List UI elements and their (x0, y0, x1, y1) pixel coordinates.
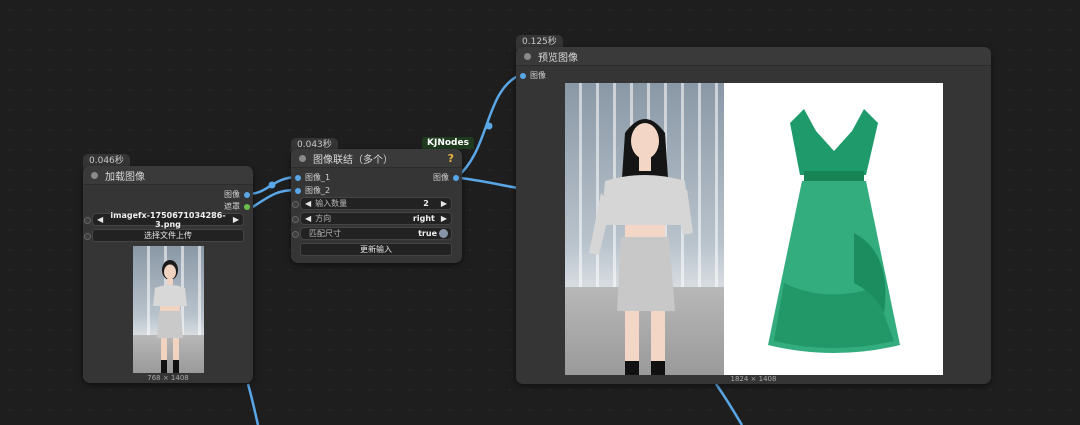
load-image-node[interactable]: 加载图像 图像 遮罩 ◀ imagefx-1750671034286-3.png… (83, 166, 253, 383)
output-image-dot-icon[interactable] (244, 191, 250, 198)
filename-select[interactable]: ◀ imagefx-1750671034286-3.png ▶ (84, 210, 244, 229)
preview-woman-figure (589, 119, 693, 375)
output-mask-dot-icon[interactable] (244, 203, 250, 210)
input-image2-slot[interactable]: 图像_2 (295, 185, 330, 196)
input-count-label: 输入数量 (315, 199, 348, 208)
preview-image-right-dress (724, 83, 943, 375)
match-size-value: true (418, 229, 437, 238)
output-image-slot[interactable]: 图像 (224, 189, 250, 200)
preview-node-title: 预览图像 (538, 52, 578, 64)
load-image-thumbnail (133, 246, 204, 373)
toggle-knob-icon[interactable] (439, 229, 448, 238)
widget-input-dot-icon[interactable] (84, 217, 91, 224)
concat-node-header[interactable]: 图像联结（多个） ? (291, 149, 462, 168)
green-dress-illustration (768, 109, 900, 353)
output-image-dot-icon[interactable] (453, 174, 459, 181)
kjnodes-tag: KJNodes (422, 137, 474, 149)
preview-image-dimensions: 1824 × 1408 (730, 375, 777, 383)
direction-label: 方向 (315, 214, 332, 223)
preview-image-left-model (565, 83, 724, 375)
match-size-toggle[interactable]: 匹配尺寸 true (292, 227, 452, 240)
upload-button-label: 选择文件上传 (144, 231, 192, 240)
filename-value: imagefx-1750671034286-3.png (110, 210, 226, 229)
collapse-dot-icon[interactable] (91, 171, 98, 179)
arrow-left-icon[interactable]: ◀ (301, 214, 315, 223)
upload-button[interactable]: 选择文件上传 (84, 229, 244, 242)
image-concat-node[interactable]: 图像联结（多个） ? 图像_1 图像_2 图像 ◀ 输入数量 2 ▶ ◀ 方向 … (291, 149, 462, 263)
widget-input-dot-icon[interactable] (292, 201, 299, 208)
match-size-label: 匹配尺寸 (309, 229, 341, 238)
load-image-dimensions: 768 × 1408 (147, 374, 189, 382)
thumbnail-woman-figure (153, 260, 187, 373)
wire-reroute-dot-2[interactable] (485, 122, 493, 130)
input-count-value: 2 (423, 199, 429, 208)
wire-reroute-dot[interactable] (268, 181, 276, 189)
wire-load-mask-to-image2[interactable] (247, 188, 297, 212)
update-inputs-label: 更新输入 (360, 245, 392, 254)
direction-value: right (412, 214, 435, 223)
help-icon[interactable]: ? (448, 152, 454, 165)
output-image-label: 图像 (224, 190, 240, 199)
output-image-label: 图像 (433, 173, 449, 182)
wire-concat-to-preview[interactable] (456, 73, 521, 178)
input-image2-dot-icon[interactable] (295, 187, 301, 194)
arrow-right-icon[interactable]: ▶ (229, 215, 243, 224)
update-inputs-button[interactable]: 更新输入 (300, 243, 452, 256)
widget-input-dot-icon[interactable] (292, 216, 299, 223)
preview-node-header[interactable]: 预览图像 (516, 47, 991, 66)
arrow-left-icon[interactable]: ◀ (93, 215, 107, 224)
widget-input-dot-icon[interactable] (84, 233, 91, 240)
load-node-header[interactable]: 加载图像 (83, 166, 253, 185)
collapse-dot-icon[interactable] (524, 52, 531, 60)
preview-image-node[interactable]: 预览图像 图像 1824 × 1408 (516, 47, 991, 384)
direction-select[interactable]: ◀ 方向 right ▶ (292, 212, 452, 225)
output-image-slot[interactable]: 图像 (433, 172, 459, 183)
input-image-dot-icon[interactable] (520, 72, 526, 79)
load-node-title: 加载图像 (105, 171, 145, 183)
wire-concat-out-lower[interactable] (460, 176, 519, 190)
input-image1-dot-icon[interactable] (295, 174, 301, 181)
preview-input-image-slot[interactable]: 图像 (520, 70, 546, 81)
wire-load-bottom[interactable] (246, 383, 260, 425)
wire-preview-bottom[interactable] (714, 383, 744, 425)
preview-input-label: 图像 (530, 71, 546, 80)
input-image2-label: 图像_2 (305, 186, 331, 195)
collapse-dot-icon[interactable] (299, 154, 306, 162)
input-image1-slot[interactable]: 图像_1 (295, 172, 330, 183)
arrow-right-icon[interactable]: ▶ (431, 199, 451, 208)
wire-load-image-to-image1[interactable] (247, 175, 297, 196)
arrow-right-icon[interactable]: ▶ (437, 214, 451, 223)
concat-node-title: 图像联结（多个） (313, 154, 393, 166)
arrow-left-icon[interactable]: ◀ (301, 199, 315, 208)
input-image1-label: 图像_1 (305, 173, 331, 182)
widget-input-dot-icon[interactable] (292, 231, 299, 238)
input-count-stepper[interactable]: ◀ 输入数量 2 ▶ (292, 197, 452, 210)
